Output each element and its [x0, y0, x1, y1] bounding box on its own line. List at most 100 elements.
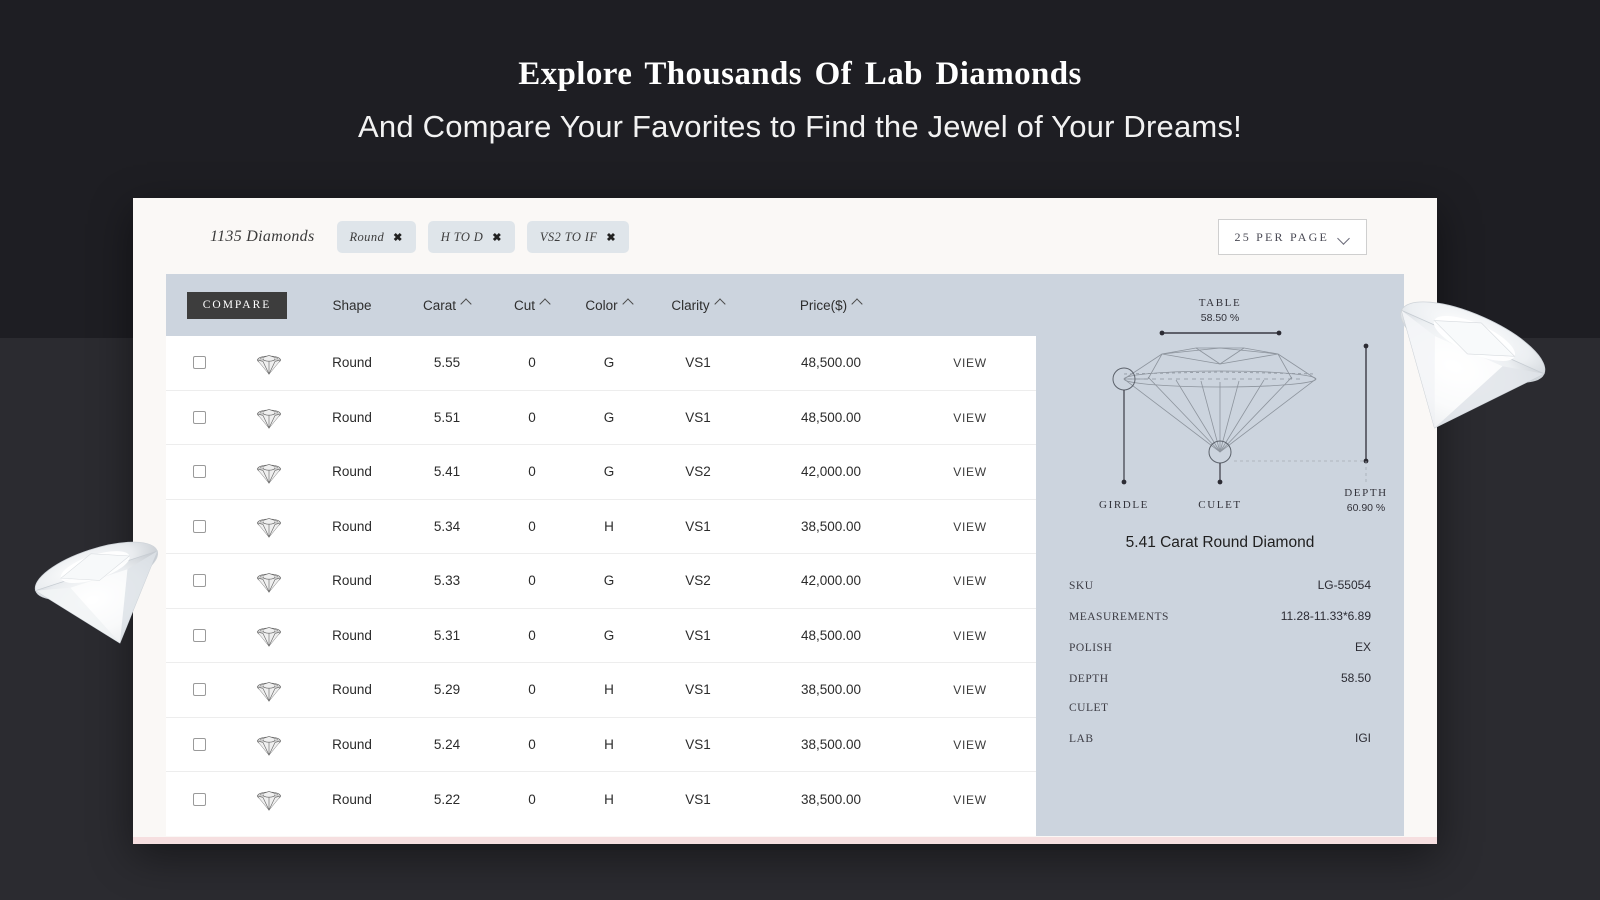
header-cut[interactable]: Cut [496, 298, 568, 313]
table-row[interactable]: Round 5.24 0 H VS1 38,500.00 VIEW [166, 718, 1036, 772]
table-row[interactable]: Round 5.33 0 G VS2 42,000.00 VIEW [166, 554, 1036, 609]
cell-clarity: VS2 [685, 573, 711, 589]
cell-shape: Round [332, 573, 372, 589]
cell-carat: 5.41 [433, 464, 461, 480]
row-checkbox[interactable] [192, 465, 206, 479]
cell-shape: Round [332, 464, 372, 480]
table-row[interactable]: Round 5.22 0 H VS1 38,500.00 VIEW [166, 772, 1036, 827]
cell-view[interactable]: VIEW [916, 464, 1024, 479]
table-row[interactable]: Round 5.31 0 G VS1 48,500.00 VIEW [166, 609, 1036, 663]
filter-chip-shape[interactable]: Round ✖ [336, 221, 416, 253]
table-row[interactable]: Round 5.41 0 G VS2 42,000.00 VIEW [166, 445, 1036, 500]
cell-view[interactable]: VIEW [916, 355, 1024, 370]
sort-ascending-icon[interactable] [462, 302, 471, 308]
sort-ascending-icon[interactable] [716, 302, 725, 308]
row-select-cell[interactable] [166, 683, 232, 697]
table-row[interactable]: Round 5.55 0 G VS1 48,500.00 VIEW [166, 336, 1036, 391]
spec-key: SKU [1069, 580, 1094, 592]
view-link[interactable]: VIEW [953, 411, 986, 425]
close-icon[interactable]: ✖ [393, 231, 403, 244]
row-checkbox[interactable] [192, 792, 206, 806]
cell-view[interactable]: VIEW [916, 792, 1024, 807]
hero-section: Explore Thousands Of Lab Diamonds And Co… [0, 0, 1600, 145]
row-checkbox[interactable] [192, 574, 206, 588]
row-select-cell[interactable] [166, 356, 232, 370]
cell-view[interactable]: VIEW [916, 410, 1024, 425]
row-checkbox[interactable] [192, 410, 206, 424]
spec-row: CULET [1069, 702, 1371, 714]
per-page-dropdown[interactable]: 25 PER PAGE [1217, 219, 1367, 255]
table-row[interactable]: Round 5.29 0 H VS1 38,500.00 VIEW [166, 663, 1036, 718]
view-link[interactable]: VIEW [953, 738, 986, 752]
spec-row: POLISH EX [1069, 640, 1371, 654]
per-page-label: 25 PER PAGE [1234, 229, 1329, 244]
filter-chip-label: H TO D [440, 229, 484, 244]
table-body: Round 5.55 0 G VS1 48,500.00 VIEW Round 5.51 0 G VS… [166, 336, 1036, 827]
header-shape: Shape [332, 297, 372, 313]
row-checkbox[interactable] [192, 683, 206, 697]
table-row[interactable]: Round 5.51 0 G VS1 48,500.00 VIEW [166, 391, 1036, 445]
results-card: 1135 Diamonds Round ✖ H TO D ✖ VS2 TO IF… [133, 198, 1437, 844]
cell-price: 42,000.00 [800, 573, 862, 589]
cell-shape: Round [332, 518, 372, 534]
compare-button[interactable]: COMPARE [187, 291, 287, 319]
close-icon[interactable]: ✖ [492, 231, 502, 244]
sort-ascending-icon[interactable] [541, 302, 550, 308]
sort-ascending-icon[interactable] [624, 302, 633, 308]
row-checkbox[interactable] [192, 737, 206, 751]
table-row[interactable]: Round 5.34 0 H VS1 38,500.00 VIEW [166, 500, 1036, 554]
row-checkbox[interactable] [192, 356, 206, 370]
spec-value: 11.28-11.33*6.89 [1280, 609, 1371, 623]
spec-key: POLISH [1069, 642, 1113, 654]
diamond-detail-panel: TABLE 58.50 % GIRDLE CULET DEPTH 60.90 %… [1036, 274, 1404, 836]
view-link[interactable]: VIEW [953, 574, 986, 588]
filter-chip-color[interactable]: H TO D ✖ [427, 221, 515, 253]
spec-key: LAB [1069, 733, 1094, 745]
cell-cut: 0 [528, 627, 536, 643]
cell-cut: 0 [528, 736, 536, 752]
sort-ascending-icon[interactable] [853, 302, 862, 308]
view-link[interactable]: VIEW [953, 793, 986, 807]
filter-chip-clarity[interactable]: VS2 TO IF ✖ [526, 221, 630, 253]
header-color[interactable]: Color [568, 298, 650, 313]
row-select-cell[interactable] [166, 519, 232, 533]
diagram-depth-label: DEPTH [1344, 487, 1387, 499]
header-color-label: Color [585, 297, 618, 313]
row-checkbox[interactable] [192, 628, 206, 642]
row-select-cell[interactable] [166, 792, 232, 806]
diamond-thumbnail-icon [256, 463, 282, 484]
cell-view[interactable]: VIEW [916, 519, 1024, 534]
row-select-cell[interactable] [166, 628, 232, 642]
cell-view[interactable]: VIEW [916, 628, 1024, 643]
view-link[interactable]: VIEW [953, 629, 986, 643]
row-select-cell[interactable] [166, 465, 232, 479]
cell-view[interactable]: VIEW [916, 682, 1024, 697]
cell-view[interactable]: VIEW [916, 573, 1024, 588]
diagram-table-value: 58.50 % [1201, 312, 1240, 324]
row-select-cell[interactable] [166, 574, 232, 588]
cell-price: 38,500.00 [800, 736, 862, 752]
close-icon[interactable]: ✖ [606, 231, 616, 244]
row-select-cell[interactable] [166, 737, 232, 751]
view-link[interactable]: VIEW [953, 356, 986, 370]
cell-color: H [604, 791, 614, 807]
cell-clarity: VS1 [685, 409, 711, 425]
view-link[interactable]: VIEW [953, 465, 986, 479]
row-checkbox[interactable] [192, 519, 206, 533]
header-carat[interactable]: Carat [398, 298, 496, 313]
header-clarity[interactable]: Clarity [650, 298, 746, 313]
cell-carat: 5.33 [433, 573, 461, 589]
view-link[interactable]: VIEW [953, 520, 986, 534]
cell-shape: Round [332, 791, 372, 807]
view-link[interactable]: VIEW [953, 683, 986, 697]
header-price[interactable]: Price($) [746, 298, 916, 313]
row-thumbnail-cell [232, 676, 306, 704]
row-select-cell[interactable] [166, 410, 232, 424]
cell-clarity: VS1 [685, 355, 711, 371]
diamond-count-label: 1135 Diamonds [210, 228, 315, 245]
cell-carat: 5.22 [433, 791, 461, 807]
cell-cut: 0 [528, 682, 536, 698]
spec-row: DEPTH 58.50 [1069, 671, 1371, 685]
cell-view[interactable]: VIEW [916, 737, 1024, 752]
cell-price: 38,500.00 [800, 518, 862, 534]
